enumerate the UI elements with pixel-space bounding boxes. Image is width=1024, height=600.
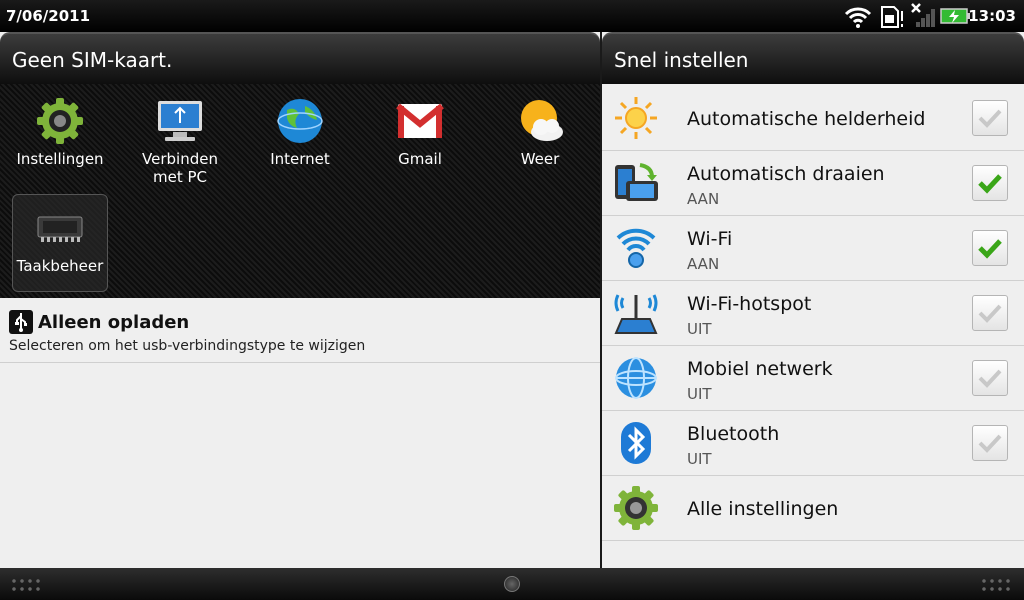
setting-title: Wi-Fi [687,228,733,250]
setting-title: Alle instellingen [687,498,839,520]
app-label: Weer [520,150,560,168]
globe-network-icon [612,354,660,402]
app-instellingen[interactable]: Instellingen [5,84,115,180]
usb-notification[interactable]: Alleen opladen Selecteren om het usb-ver… [0,298,600,363]
monitor-usb-icon [155,96,205,146]
setting-status: AAN [687,255,720,273]
setting-status: UIT [687,385,712,403]
setting-checkbox[interactable] [972,165,1008,201]
setting-title: Mobiel netwerk [687,358,833,380]
app-label: Gmail [398,150,442,168]
app-label: Verbinden met PC [142,150,218,186]
rotate-screen-icon [612,159,660,207]
quick-setting-wifi-hotspot[interactable]: Wi-Fi-hotspot UIT [602,281,1024,346]
app-weer[interactable]: Weer [485,84,595,180]
recent-apps-grid: Instellingen Verbinden met PC Internet G… [0,84,600,298]
weather-sun-cloud-icon [515,96,565,146]
quick-setting-all-settings[interactable]: Alle instellingen [602,476,1024,541]
quick-setting-bluetooth[interactable]: Bluetooth UIT [602,411,1024,476]
app-label: Taakbeheer [16,257,104,275]
gear-icon [35,96,85,146]
status-date: 7/06/2011 [6,7,91,25]
sim-card-alert-icon [880,5,906,33]
quick-setting-mobile-network[interactable]: Mobiel netwerk UIT [602,346,1024,411]
sim-status-text: Geen SIM-kaart. [12,48,173,72]
sim-status-header: Geen SIM-kaart. [0,32,600,84]
quick-settings-panel: Snel instellen Automatische helderheid A… [602,32,1024,568]
grip-dots-left-icon [10,577,44,593]
wifi-icon [612,224,660,272]
app-internet[interactable]: Internet [245,84,355,180]
notification-subtitle: Selecteren om het usb-verbindingstype te… [9,338,366,354]
setting-checkbox[interactable] [972,100,1008,136]
quick-settings-header: Snel instellen [602,32,1024,84]
notification-title: Alleen opladen [38,312,190,333]
status-bar: 7/06/2011 13:03 [0,0,1024,32]
hotspot-icon [612,289,660,337]
wifi-icon [843,5,873,33]
app-gmail[interactable]: Gmail [365,84,475,180]
setting-title: Automatische helderheid [687,108,926,130]
setting-checkbox[interactable] [972,360,1008,396]
setting-title: Wi-Fi-hotspot [687,293,812,315]
app-label: Instellingen [16,150,104,168]
quick-settings-title: Snel instellen [614,48,749,72]
setting-status: AAN [687,190,720,208]
gmail-icon [395,96,445,146]
app-verbinden-met-pc[interactable]: Verbinden met PC [125,84,235,186]
quick-setting-auto-rotate[interactable]: Automatisch draaien AAN [602,151,1024,216]
app-label: Internet [270,150,330,168]
globe-icon [275,96,325,146]
setting-title: Automatisch draaien [687,163,885,185]
brightness-sun-icon [612,94,660,142]
bottom-handle-bar[interactable] [0,568,1024,600]
drag-handle-icon[interactable] [504,576,520,592]
grip-dots-right-icon [980,577,1014,593]
battery-charging-icon [940,7,972,29]
no-signal-icon [910,2,938,32]
notifications-panel: Geen SIM-kaart. Instellingen Verbinden m… [0,32,600,568]
setting-checkbox[interactable] [972,230,1008,266]
setting-checkbox[interactable] [972,295,1008,331]
usb-icon [9,310,33,334]
app-taakbeheer[interactable]: Taakbeheer [12,194,108,292]
setting-checkbox[interactable] [972,425,1008,461]
quick-setting-auto-brightness[interactable]: Automatische helderheid [602,86,1024,151]
bluetooth-icon [612,419,660,467]
setting-title: Bluetooth [687,423,780,445]
setting-status: UIT [687,320,712,338]
setting-status: UIT [687,450,712,468]
memory-chip-icon [35,203,85,253]
quick-setting-wifi[interactable]: Wi-Fi AAN [602,216,1024,281]
status-time: 13:03 [968,7,1016,25]
gear-icon [612,484,660,532]
